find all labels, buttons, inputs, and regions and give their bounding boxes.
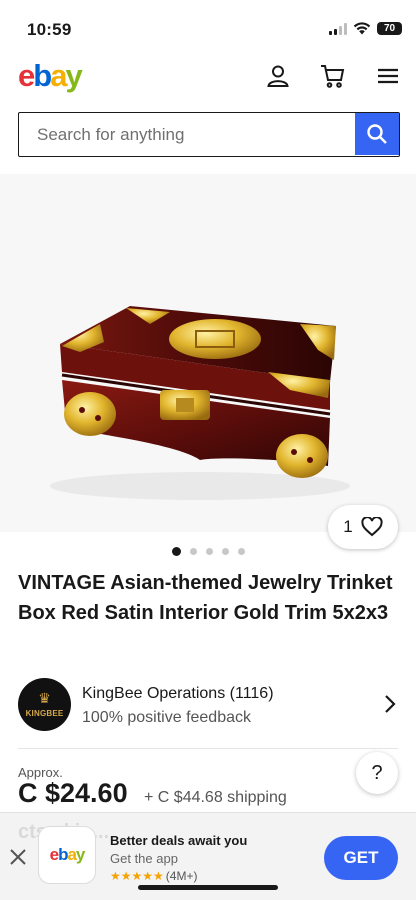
carousel-dot[interactable] (237, 548, 245, 555)
chevron-right-icon (385, 695, 396, 713)
carousel-dot[interactable] (189, 548, 197, 555)
menu-icon[interactable] (374, 62, 402, 90)
ebay-logo[interactable]: ebay (18, 58, 83, 94)
divider (18, 748, 398, 749)
account-icon[interactable] (264, 62, 292, 90)
watch-count: 1 (343, 517, 353, 536)
get-app-button[interactable]: GET (324, 836, 398, 880)
seller-avatar: ♛ KINGBEE (18, 678, 71, 731)
banner-subtitle: Get the app (110, 851, 178, 866)
star-rating-icon: ★★★★★ (110, 869, 164, 883)
carousel-dot[interactable] (221, 548, 229, 555)
seller-card[interactable]: ♛ KINGBEE KingBee Operations (1116) 100%… (18, 678, 398, 734)
seller-avatar-text: KINGBEE (25, 709, 64, 718)
rating-count: (4M+) (165, 869, 198, 883)
home-indicator (138, 885, 278, 890)
status-time: 10:59 (27, 20, 72, 39)
product-image[interactable] (0, 174, 416, 532)
search-bar (18, 112, 400, 157)
ebay-app-icon: ebay (38, 826, 96, 884)
app-rating: ★★★★★ (4M+) (110, 869, 197, 883)
listing-title: VINTAGE Asian-themed Jewelry Trinket Box… (18, 572, 393, 624)
seller-feedback: 100% positive feedback (82, 709, 251, 726)
image-carousel-dots (0, 547, 416, 556)
carousel-dot[interactable] (171, 547, 181, 556)
bee-icon: ♛ (38, 690, 51, 706)
shipping-cost: + C $44.68 shipping (144, 789, 287, 806)
heart-icon (361, 517, 383, 537)
search-input[interactable] (19, 113, 355, 156)
cell-signal-icon (329, 22, 347, 35)
banner-title: Better deals await you (110, 833, 248, 848)
cart-icon[interactable] (318, 62, 346, 90)
status-icons: 70 (329, 22, 402, 35)
search-button[interactable] (355, 113, 399, 155)
jewelry-box-illustration (50, 306, 350, 500)
help-button[interactable]: ? (356, 752, 398, 794)
search-icon (367, 124, 387, 144)
wifi-icon (353, 22, 371, 35)
carousel-dot[interactable] (205, 548, 213, 555)
status-bar: 10:59 70 (0, 0, 416, 56)
header: ebay (0, 56, 416, 100)
close-icon[interactable] (8, 847, 28, 867)
battery-icon: 70 (377, 22, 402, 35)
price-amount: C $24.60 (18, 778, 128, 808)
watch-button[interactable]: 1 (328, 505, 398, 549)
seller-name: KingBee Operations (1116) (82, 685, 274, 702)
